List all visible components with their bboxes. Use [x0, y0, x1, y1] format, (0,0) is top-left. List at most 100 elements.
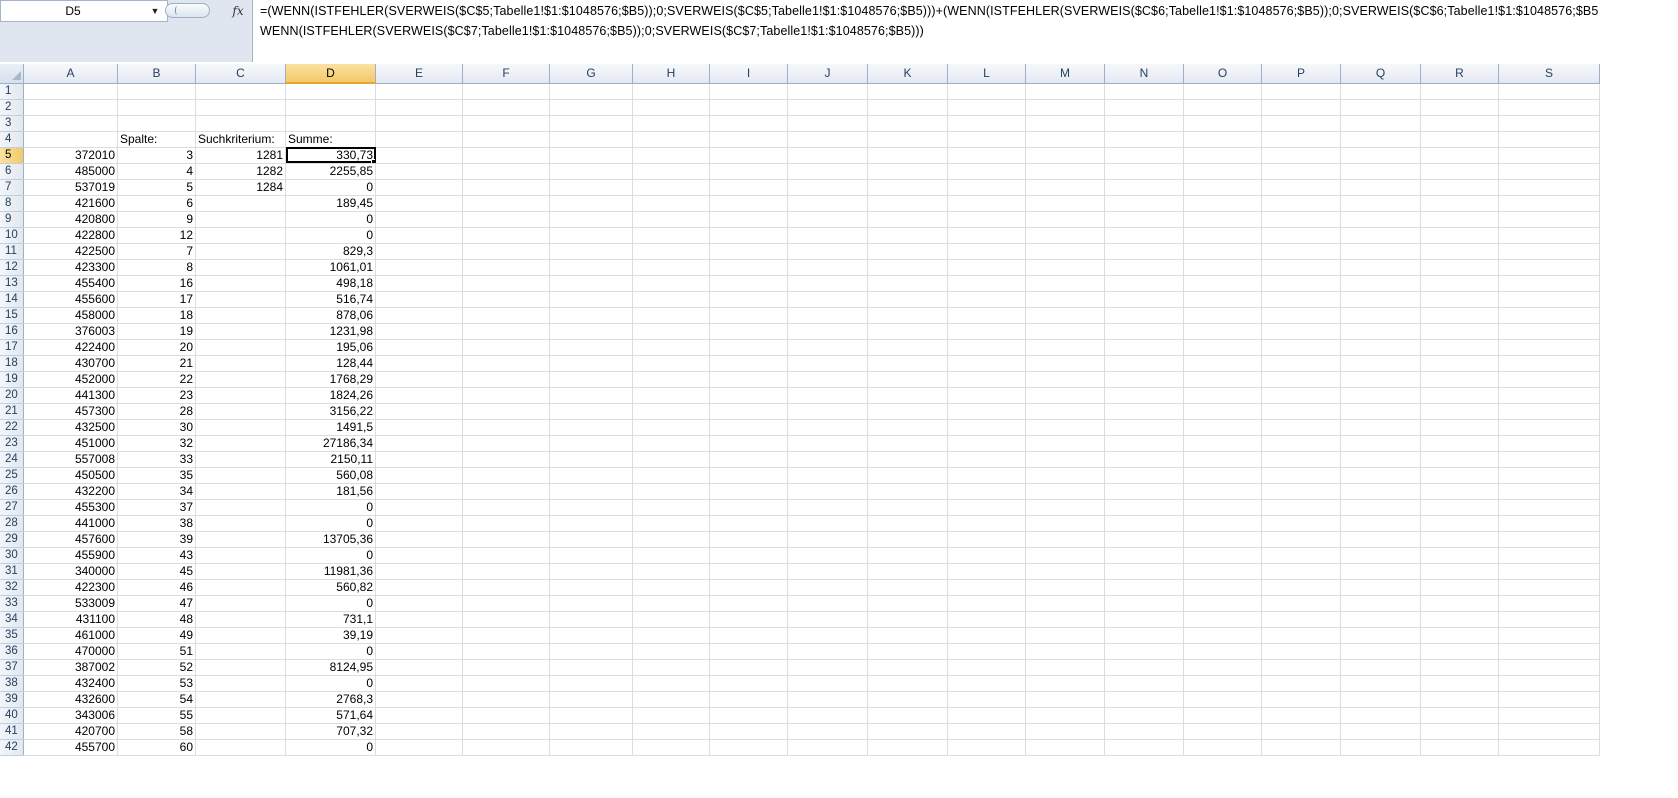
cell-o7[interactable] [1183, 179, 1262, 196]
cell-f24[interactable] [462, 451, 550, 468]
cell-n36[interactable] [1104, 643, 1184, 660]
cell-l33[interactable] [947, 595, 1026, 612]
cell-l32[interactable] [947, 579, 1026, 596]
cell-q42[interactable] [1340, 739, 1421, 756]
cell-f5[interactable] [462, 147, 550, 164]
row-header[interactable]: 26 [0, 483, 24, 500]
cell-i1[interactable] [709, 83, 788, 100]
cell-c2[interactable] [195, 99, 286, 116]
cell-p30[interactable] [1261, 547, 1341, 564]
cell-i31[interactable] [709, 563, 788, 580]
cell-j19[interactable] [787, 371, 868, 388]
cell-f40[interactable] [462, 707, 550, 724]
cell-m10[interactable] [1025, 227, 1105, 244]
column-header-k[interactable]: K [867, 64, 948, 84]
cell-j26[interactable] [787, 483, 868, 500]
cell-b20[interactable]: 23 [117, 387, 196, 404]
cell-g37[interactable] [549, 659, 633, 676]
cell-g8[interactable] [549, 195, 633, 212]
cell-s23[interactable] [1498, 435, 1600, 452]
cell-s8[interactable] [1498, 195, 1600, 212]
cell-p36[interactable] [1261, 643, 1341, 660]
cell-p6[interactable] [1261, 163, 1341, 180]
cell-p31[interactable] [1261, 563, 1341, 580]
cell-h32[interactable] [632, 579, 710, 596]
cell-l2[interactable] [947, 99, 1026, 116]
cell-m21[interactable] [1025, 403, 1105, 420]
cell-l3[interactable] [947, 115, 1026, 132]
cell-b13[interactable]: 16 [117, 275, 196, 292]
cell-c9[interactable] [195, 211, 286, 228]
cell-f39[interactable] [462, 691, 550, 708]
cell-f21[interactable] [462, 403, 550, 420]
cell-f25[interactable] [462, 467, 550, 484]
row-header[interactable]: 7 [0, 179, 24, 196]
cell-k40[interactable] [867, 707, 948, 724]
cell-p19[interactable] [1261, 371, 1341, 388]
cell-g14[interactable] [549, 291, 633, 308]
cell-r19[interactable] [1420, 371, 1499, 388]
cell-n23[interactable] [1104, 435, 1184, 452]
cell-g32[interactable] [549, 579, 633, 596]
cell-a38[interactable]: 432400 [23, 675, 118, 692]
cell-f4[interactable] [462, 131, 550, 148]
cell-s41[interactable] [1498, 723, 1600, 740]
cell-c10[interactable] [195, 227, 286, 244]
cell-n38[interactable] [1104, 675, 1184, 692]
cell-i24[interactable] [709, 451, 788, 468]
cell-j14[interactable] [787, 291, 868, 308]
cell-r39[interactable] [1420, 691, 1499, 708]
cell-o23[interactable] [1183, 435, 1262, 452]
row-header[interactable]: 10 [0, 227, 24, 244]
cell-r26[interactable] [1420, 483, 1499, 500]
cell-j40[interactable] [787, 707, 868, 724]
cell-s42[interactable] [1498, 739, 1600, 756]
cell-h35[interactable] [632, 627, 710, 644]
cell-p20[interactable] [1261, 387, 1341, 404]
cell-b40[interactable]: 55 [117, 707, 196, 724]
cell-c7[interactable]: 1284 [195, 179, 286, 196]
cell-h22[interactable] [632, 419, 710, 436]
cell-e40[interactable] [375, 707, 463, 724]
row-header[interactable]: 9 [0, 211, 24, 228]
cell-q28[interactable] [1340, 515, 1421, 532]
cell-a22[interactable]: 432500 [23, 419, 118, 436]
cell-g10[interactable] [549, 227, 633, 244]
cell-s37[interactable] [1498, 659, 1600, 676]
cell-p38[interactable] [1261, 675, 1341, 692]
cell-h40[interactable] [632, 707, 710, 724]
cell-a18[interactable]: 430700 [23, 355, 118, 372]
column-header-g[interactable]: G [549, 64, 633, 84]
cell-i22[interactable] [709, 419, 788, 436]
cell-g19[interactable] [549, 371, 633, 388]
cell-a16[interactable]: 376003 [23, 323, 118, 340]
column-header-q[interactable]: Q [1340, 64, 1421, 84]
cell-f10[interactable] [462, 227, 550, 244]
cell-s12[interactable] [1498, 259, 1600, 276]
cell-h30[interactable] [632, 547, 710, 564]
row-header[interactable]: 16 [0, 323, 24, 340]
cell-l18[interactable] [947, 355, 1026, 372]
cell-q26[interactable] [1340, 483, 1421, 500]
cell-f28[interactable] [462, 515, 550, 532]
row-header[interactable]: 28 [0, 515, 24, 532]
cell-n13[interactable] [1104, 275, 1184, 292]
row-header[interactable]: 32 [0, 579, 24, 596]
cell-l20[interactable] [947, 387, 1026, 404]
cell-h11[interactable] [632, 243, 710, 260]
cell-g9[interactable] [549, 211, 633, 228]
cell-m27[interactable] [1025, 499, 1105, 516]
cell-a2[interactable] [23, 99, 118, 116]
cell-j30[interactable] [787, 547, 868, 564]
cell-s5[interactable] [1498, 147, 1600, 164]
cell-q9[interactable] [1340, 211, 1421, 228]
cell-p8[interactable] [1261, 195, 1341, 212]
cell-e2[interactable] [375, 99, 463, 116]
cell-a21[interactable]: 457300 [23, 403, 118, 420]
cell-a27[interactable]: 455300 [23, 499, 118, 516]
cell-o40[interactable] [1183, 707, 1262, 724]
cell-a6[interactable]: 485000 [23, 163, 118, 180]
cell-n37[interactable] [1104, 659, 1184, 676]
cell-c39[interactable] [195, 691, 286, 708]
row-header[interactable]: 22 [0, 419, 24, 436]
